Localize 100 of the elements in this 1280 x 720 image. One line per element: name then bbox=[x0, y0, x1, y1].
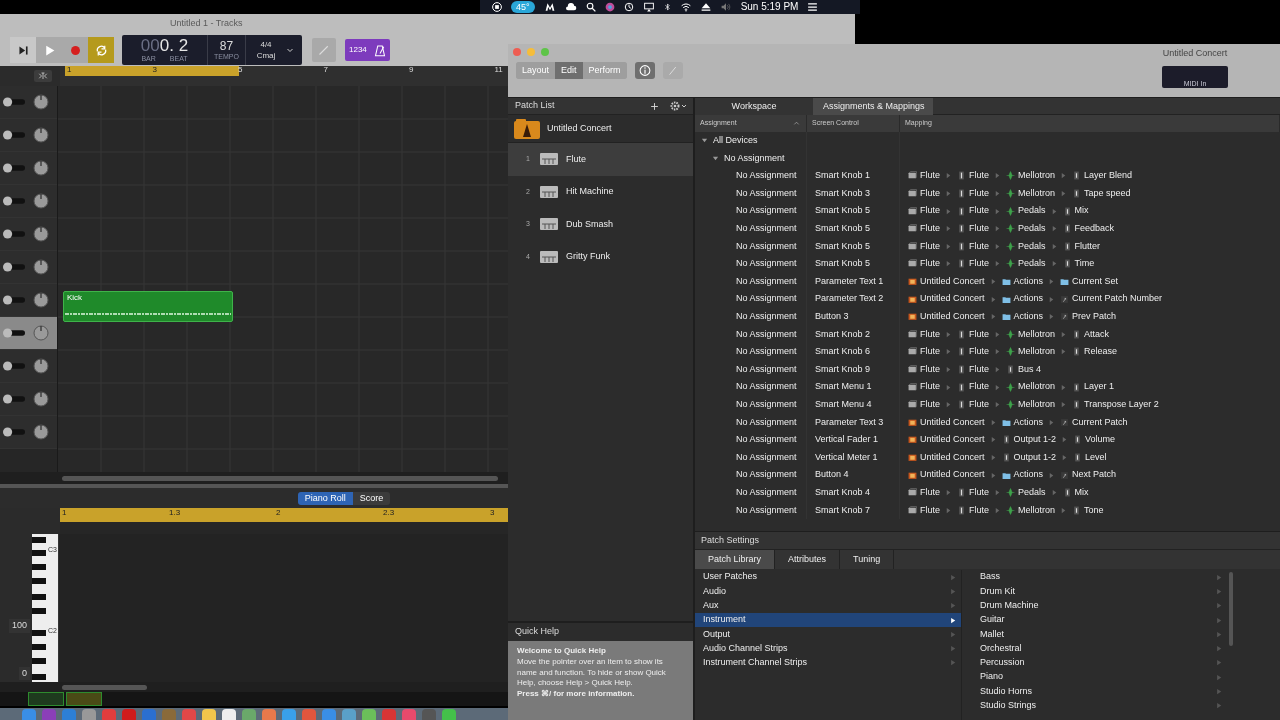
track-header[interactable] bbox=[0, 152, 57, 185]
pan-knob[interactable] bbox=[33, 160, 49, 176]
mapping-text: Attack bbox=[1084, 327, 1110, 341]
mapping-text: Flute bbox=[920, 222, 940, 235]
library-subcategory[interactable]: Drum Kit bbox=[972, 584, 1227, 599]
pan-knob[interactable] bbox=[33, 259, 49, 275]
screen-share-icon[interactable] bbox=[642, 2, 655, 12]
plugin-thumbnail[interactable] bbox=[66, 692, 102, 706]
volume-icon[interactable] bbox=[719, 2, 732, 12]
pan-knob[interactable] bbox=[33, 358, 49, 374]
patch-name: Hit Machine bbox=[566, 185, 614, 198]
history-icon[interactable] bbox=[623, 2, 634, 12]
toggle-switch[interactable] bbox=[3, 196, 25, 206]
plugin-icon bbox=[1006, 241, 1016, 251]
app-icon[interactable] bbox=[222, 709, 236, 720]
track-header[interactable] bbox=[0, 350, 57, 383]
toggle-switch[interactable] bbox=[3, 97, 25, 107]
toggle-switch[interactable] bbox=[3, 163, 25, 173]
cycle-button[interactable] bbox=[88, 37, 114, 63]
scrollbar[interactable] bbox=[62, 475, 498, 481]
editor-tab[interactable]: Score bbox=[352, 491, 391, 505]
scrollbar[interactable] bbox=[1229, 572, 1233, 646]
value-field[interactable]: 0 bbox=[19, 666, 30, 680]
pan-knob[interactable] bbox=[33, 424, 49, 440]
metronome-icon[interactable] bbox=[373, 43, 386, 57]
pan-knob[interactable] bbox=[33, 292, 49, 308]
mapping-text: Mellotron bbox=[1018, 327, 1056, 341]
value-field[interactable]: 100 bbox=[8, 619, 30, 633]
toggle-switch[interactable] bbox=[3, 394, 25, 404]
bluetooth-icon[interactable] bbox=[663, 2, 671, 12]
cloud-icon[interactable] bbox=[564, 2, 577, 12]
channel-strip-icon bbox=[957, 488, 966, 498]
channel-strip-icon bbox=[957, 329, 966, 339]
search-icon[interactable] bbox=[585, 2, 596, 12]
toggle-switch[interactable] bbox=[3, 427, 25, 437]
track-header[interactable] bbox=[0, 317, 57, 350]
track-header[interactable] bbox=[0, 218, 57, 251]
toggle-switch[interactable] bbox=[3, 262, 25, 272]
scrollbar[interactable] bbox=[62, 684, 147, 690]
track-header[interactable] bbox=[0, 86, 57, 119]
track-header[interactable] bbox=[0, 383, 57, 416]
chevron-right-icon bbox=[1050, 242, 1058, 250]
disclosure-triangle[interactable] bbox=[701, 137, 708, 145]
info-icon[interactable] bbox=[634, 62, 655, 79]
group-label[interactable]: All Devices bbox=[713, 134, 758, 148]
pan-knob[interactable] bbox=[33, 325, 49, 341]
track-header[interactable] bbox=[0, 284, 57, 317]
m-logo-icon[interactable] bbox=[543, 2, 556, 12]
library-subcategory[interactable]: Bass bbox=[972, 570, 1227, 585]
library-category[interactable]: User Patches bbox=[695, 570, 961, 585]
gear-icon[interactable] bbox=[669, 100, 689, 112]
library-subcategory[interactable]: Percussion bbox=[972, 655, 1227, 671]
library-category[interactable]: Instrument Channel Strips bbox=[695, 655, 961, 671]
group-label[interactable]: No Assignment bbox=[724, 151, 785, 166]
library-category[interactable]: Audio Channel Strips bbox=[695, 641, 961, 656]
editor-tab[interactable]: Piano Roll bbox=[297, 491, 353, 505]
toggle-switch[interactable] bbox=[3, 229, 25, 239]
library-subcategory[interactable]: Drum Machine bbox=[972, 598, 1227, 613]
mapping-text: Flute bbox=[920, 397, 940, 411]
library-category[interactable]: Audio bbox=[695, 584, 961, 599]
library-subcategory[interactable]: Mallet bbox=[972, 627, 1227, 642]
folder-icon bbox=[1001, 417, 1011, 427]
tab[interactable]: Assignments & Mappings bbox=[813, 98, 933, 115]
eject-icon[interactable] bbox=[700, 2, 711, 12]
plugin-thumbnail[interactable] bbox=[28, 692, 64, 706]
track-header[interactable] bbox=[0, 119, 57, 152]
toggle-switch[interactable] bbox=[3, 295, 25, 305]
pan-knob[interactable] bbox=[33, 391, 49, 407]
count-in-button[interactable]: 1234 bbox=[349, 44, 367, 56]
pan-knob[interactable] bbox=[33, 94, 49, 110]
library-subcategory[interactable]: Guitar bbox=[972, 612, 1227, 628]
track-header[interactable] bbox=[0, 416, 57, 449]
track-header[interactable] bbox=[0, 251, 57, 284]
menu-icon[interactable] bbox=[807, 2, 819, 12]
library-category[interactable]: Instrument bbox=[695, 612, 961, 628]
toggle-switch[interactable] bbox=[3, 361, 25, 371]
mapping-text: Layer 1 bbox=[1084, 380, 1115, 394]
mode-button[interactable]: Edit bbox=[555, 62, 583, 79]
toggle-switch[interactable] bbox=[3, 328, 25, 338]
toggle-switch[interactable] bbox=[3, 130, 25, 140]
chevron-down-icon[interactable] bbox=[286, 46, 294, 54]
tab[interactable]: Patch Library bbox=[695, 550, 776, 569]
pan-knob[interactable] bbox=[33, 226, 49, 242]
library-subcategory[interactable]: Piano bbox=[972, 670, 1227, 685]
concert-icon bbox=[908, 470, 917, 480]
pan-knob[interactable] bbox=[33, 127, 49, 143]
mapping-text: Untitled Concert bbox=[920, 310, 985, 323]
stop-icon[interactable] bbox=[492, 2, 502, 12]
skip-forward-button[interactable] bbox=[10, 37, 36, 63]
wifi-icon[interactable] bbox=[679, 2, 692, 12]
library-subcategory[interactable]: Studio Strings bbox=[972, 698, 1227, 713]
disclosure-triangle[interactable] bbox=[712, 154, 719, 162]
library-category[interactable]: Output bbox=[695, 627, 961, 642]
menu-clock[interactable]: Sun 5:19 PM bbox=[740, 1, 799, 13]
library-subcategory[interactable]: Orchestral bbox=[972, 641, 1227, 656]
library-subcategory[interactable]: Studio Horns bbox=[972, 684, 1227, 699]
catch-icon[interactable] bbox=[34, 70, 52, 82]
track-header[interactable] bbox=[0, 185, 57, 218]
library-category[interactable]: Aux bbox=[695, 598, 961, 613]
pan-knob[interactable] bbox=[33, 193, 49, 209]
